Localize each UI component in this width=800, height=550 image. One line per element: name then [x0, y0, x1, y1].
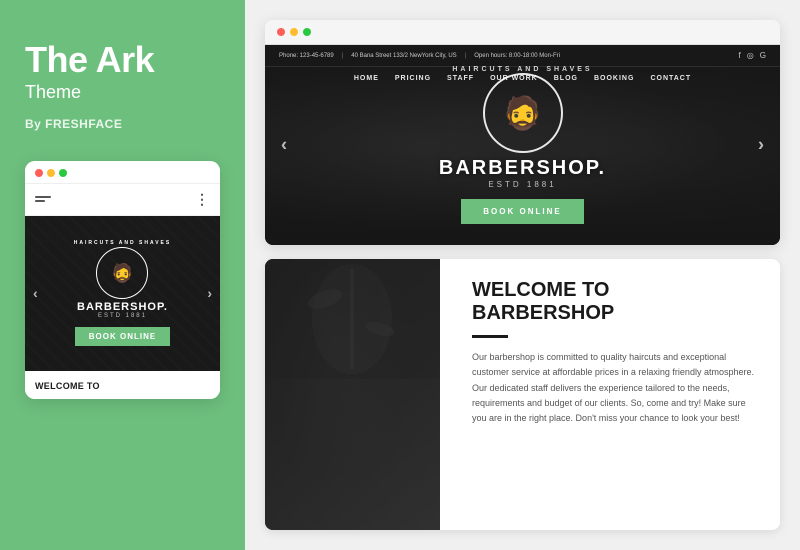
nav-staff[interactable]: STAFF [447, 75, 474, 82]
mobile-titlebar [25, 161, 220, 184]
desktop-logo-face-icon: 🧔 [503, 94, 543, 132]
facebook-icon[interactable]: f [739, 51, 741, 60]
mobile-dots-icon: ⋮ [195, 191, 210, 208]
nav-booking[interactable]: BOOKING [594, 75, 634, 82]
mobile-book-button[interactable]: BOOK ONLINE [75, 327, 170, 346]
left-panel: The Ark Theme By FRESHFACE ⋮ ‹ › HAIRCUT… [0, 0, 245, 550]
desktop-logo-estd: ESTD 1881 [488, 180, 556, 189]
desktop-titlebar [265, 20, 780, 45]
theme-title: The Ark [25, 40, 154, 80]
topbar-sep1: | [342, 53, 344, 59]
mobile-next-button[interactable]: › [203, 281, 216, 305]
dot-green [59, 169, 67, 177]
topbar-socials: f ◎ G [739, 51, 766, 60]
desktop-nav: HOME PRICING STAFF OUR WORK BLOG BOOKING… [265, 67, 780, 90]
logo-estd: ESTD 1881 [98, 313, 147, 319]
logo-name: BARBERSHOP. [77, 301, 168, 313]
welcome-heading: WELCOME TO BARBERSHOP [472, 279, 762, 325]
nav-blog[interactable]: BLOG [554, 75, 578, 82]
right-panel: Phone: 123-45-6789 | 40 Bana Street 133/… [245, 0, 800, 550]
welcome-line1: WELCOME TO [472, 279, 762, 302]
logo-arc-text: HAIRCUTS AND SHAVES [74, 240, 171, 246]
desktop-dot-yellow [290, 28, 298, 36]
topbar-sep2: | [465, 53, 467, 59]
desktop-next-button[interactable]: › [750, 127, 772, 164]
topbar-hours: Open hours: 8:00-18:00 Mon-Fri [474, 53, 560, 59]
nav-home[interactable]: HOME [354, 75, 379, 82]
logo-face-icon: 🧔 [111, 263, 133, 284]
mobile-preview: ⋮ ‹ › HAIRCUTS AND SHAVES 🧔 BARBERSHOP. … [25, 161, 220, 400]
hamburger-icon [35, 196, 51, 202]
topbar-address: 40 Bana Street 133/2 NewYork City, US [351, 53, 456, 59]
bottom-content: WELCOME TO BARBERSHOP Our barbershop is … [265, 259, 780, 530]
dot-red [35, 169, 43, 177]
bottom-image [265, 259, 440, 530]
nav-pricing[interactable]: PRICING [395, 75, 431, 82]
image-overlay [265, 259, 440, 530]
logo-circle: 🧔 [96, 247, 148, 299]
instagram-icon[interactable]: ◎ [747, 51, 754, 60]
desktop-book-button[interactable]: BOOK ONLINE [461, 199, 583, 224]
dot-yellow [47, 169, 55, 177]
mobile-logo: HAIRCUTS AND SHAVES 🧔 BARBERSHOP. ESTD 1… [74, 240, 171, 346]
welcome-line2: BARBERSHOP [472, 302, 762, 325]
mobile-hero: ‹ › HAIRCUTS AND SHAVES 🧔 BARBERSHOP. ES… [25, 216, 220, 371]
bottom-text: WELCOME TO BARBERSHOP Our barbershop is … [454, 259, 780, 530]
desktop-prev-button[interactable]: ‹ [273, 127, 295, 164]
nav-contact[interactable]: CONTACT [650, 75, 691, 82]
hamburger-line [35, 200, 45, 202]
topbar-contact: Phone: 123-45-6789 | 40 Bana Street 133/… [279, 53, 560, 59]
mobile-nav-bar: ⋮ [25, 184, 220, 216]
mobile-prev-button[interactable]: ‹ [29, 281, 42, 305]
desktop-preview: Phone: 123-45-6789 | 40 Bana Street 133/… [265, 20, 780, 245]
hamburger-line [35, 196, 51, 198]
mobile-welcome: WELCOME TO [25, 371, 220, 400]
google-icon[interactable]: G [760, 51, 766, 60]
barbershop-logo-small: HAIRCUTS AND SHAVES 🧔 BARBERSHOP. ESTD 1… [74, 240, 171, 319]
desktop-logo-name: BARBERSHOP. [439, 157, 606, 180]
desktop-dot-green [303, 28, 311, 36]
desktop-topbar: Phone: 123-45-6789 | 40 Bana Street 133/… [265, 45, 780, 67]
theme-subtitle: Theme [25, 82, 81, 103]
welcome-body: Our barbershop is committed to quality h… [472, 350, 762, 426]
mobile-welcome-text: WELCOME TO [35, 381, 210, 392]
barbershop-illustration [265, 259, 440, 379]
theme-by: By FRESHFACE [25, 117, 122, 131]
topbar-phone: Phone: 123-45-6789 [279, 53, 334, 59]
nav-our-work[interactable]: OUR WORK [490, 75, 538, 82]
desktop-dot-red [277, 28, 285, 36]
desktop-hero: Phone: 123-45-6789 | 40 Bana Street 133/… [265, 45, 780, 245]
welcome-divider [472, 335, 508, 338]
